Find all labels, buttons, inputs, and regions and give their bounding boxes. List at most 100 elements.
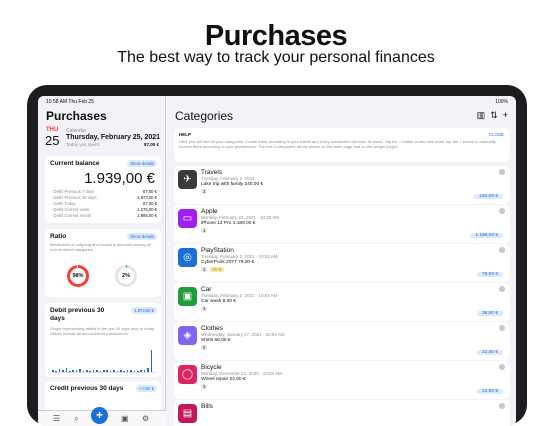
battery-status: 100% xyxy=(495,99,508,105)
sidebar-title: Purchases xyxy=(46,109,107,123)
category-icon: ◎ xyxy=(178,248,197,267)
chart-icon[interactable]: ▥ xyxy=(477,110,486,120)
category-name: Clothes xyxy=(201,325,224,332)
category-date: Wednesday, January 27, 2021 - 10:54 AM xyxy=(201,332,285,337)
more-icon[interactable] xyxy=(499,286,505,292)
category-total: 22,00 € xyxy=(476,350,503,355)
help-close-button[interactable]: CLOSE xyxy=(489,132,504,137)
debit-bar xyxy=(89,370,91,372)
debit-bar xyxy=(58,368,61,372)
category-icon: ▭ xyxy=(178,209,197,228)
debit-bar xyxy=(92,370,95,372)
category-card[interactable]: ◯ Bicycle Monday, December 21, 2020 - 10… xyxy=(174,361,510,399)
more-icon[interactable] xyxy=(499,169,505,175)
debit-bar xyxy=(133,370,136,372)
balance-details-button[interactable]: Show details xyxy=(127,160,157,167)
category-name: Bicycle xyxy=(201,364,222,371)
category-total: 79,00 € xyxy=(476,272,503,277)
debit-bar xyxy=(52,369,54,372)
debit-bar xyxy=(65,367,68,372)
debit30-card[interactable]: Debit previous 30 days 1.873,00 € Graph … xyxy=(45,303,161,377)
credit30-total[interactable]: + 0,00 € xyxy=(135,385,157,392)
category-date: Monday, February 22, 2021 - 10:32 AM xyxy=(201,215,279,220)
category-last-item: Shirts 66,00 € xyxy=(201,338,231,343)
hero-subtitle: The best way to track your personal fina… xyxy=(117,49,435,66)
debit-bar xyxy=(69,370,71,372)
more-icon[interactable] xyxy=(499,208,505,214)
list-icon[interactable]: ☰ xyxy=(53,414,60,423)
date-box[interactable]: THU 25 Calendar Thursday, February 25, 2… xyxy=(45,127,163,152)
main-panel: 100% Categories ▥ ⇅ + HELP CLOSE Here you … xyxy=(167,96,516,426)
search-icon[interactable]: ⌕ xyxy=(74,414,78,424)
debit-bar xyxy=(75,370,78,372)
archive-icon[interactable]: ▣ xyxy=(121,414,129,423)
debit-bar xyxy=(116,370,119,372)
day-number: 25 xyxy=(45,133,60,148)
incoming-percent: 2% xyxy=(118,268,134,284)
transaction-count: 1 xyxy=(201,189,208,194)
debit-bar xyxy=(140,370,142,372)
more-icon[interactable] xyxy=(499,325,505,331)
debit30-description: Graph representing debits in the last 30… xyxy=(50,326,155,337)
category-name: Apple xyxy=(201,208,218,215)
debit-bar xyxy=(99,370,102,372)
category-icon: ▣ xyxy=(178,287,197,306)
category-card[interactable]: ◎ PlayStation Tuesday, February 2, 2021 … xyxy=(174,244,510,282)
debit-bar xyxy=(143,369,146,372)
debit-bar xyxy=(55,370,57,372)
add-category-icon[interactable]: + xyxy=(503,110,508,120)
page-title: Categories xyxy=(175,109,234,123)
category-total: 240,00 € xyxy=(474,194,503,199)
transaction-count: 1 xyxy=(201,384,208,389)
debit-bar xyxy=(103,370,105,372)
category-card[interactable]: ✈ Travels Tuesday, February 2, 2021 Lake… xyxy=(174,166,510,204)
more-icon[interactable] xyxy=(499,403,505,409)
debit-bar xyxy=(82,370,85,372)
category-date: Tuesday, February 2, 2021 - 10:53 AM xyxy=(201,254,278,259)
status-bar-right: 100% xyxy=(167,96,516,108)
category-name: Travels xyxy=(201,169,223,176)
transaction-count: 2 xyxy=(201,345,208,350)
category-date: Tuesday, February 2, 2021 - 10:53 AM xyxy=(201,293,278,298)
ratio-description: Breakdown of outgoing and incoming amoun… xyxy=(50,242,151,253)
sidebar: 10:58 AM Thu Feb 25 Purchases THU 25 Cal… xyxy=(38,96,166,426)
balance-card[interactable]: Current balance Show details 1.939,00 € … xyxy=(45,156,161,223)
category-card[interactable]: ◈ Clothes Wednesday, January 27, 2021 - … xyxy=(174,322,510,360)
more-icon[interactable] xyxy=(499,364,505,370)
debit-bar xyxy=(72,369,74,372)
balance-value: 1.939,00 € xyxy=(84,170,155,187)
debit-bar xyxy=(147,367,149,372)
transaction-count: 1 xyxy=(201,267,208,272)
ratio-card[interactable]: Ratio Show details Breakdown of outgoing… xyxy=(45,229,161,297)
debit-row: - Debit Current month 1.895,00 € xyxy=(51,213,157,218)
spent-value: 87,00 € xyxy=(143,142,159,147)
transaction-count: 1 xyxy=(201,306,208,311)
credit30-title: Credit previous 30 days xyxy=(50,385,124,392)
debit-bar xyxy=(86,369,88,372)
debit-bar xyxy=(123,370,125,372)
credit30-card[interactable]: Credit previous 30 days + 0,00 € xyxy=(45,381,161,411)
ratio-title: Ratio xyxy=(50,233,67,240)
sort-icon[interactable]: ⇅ xyxy=(490,110,498,120)
toolbar: ▥ ⇅ + xyxy=(472,110,508,121)
category-total: 1.189,00 € xyxy=(470,233,503,238)
transaction-count: 1 xyxy=(201,228,208,233)
settings-icon[interactable]: ⚙ xyxy=(142,414,149,423)
category-card[interactable]: ▭ Apple Monday, February 22, 2021 - 10:3… xyxy=(174,205,510,243)
add-icon[interactable]: + xyxy=(91,407,108,424)
debit30-total[interactable]: 1.873,00 € xyxy=(131,307,157,314)
category-name: Car xyxy=(201,286,212,293)
debit-row: - Debit Current week 1.276,00 € xyxy=(51,207,157,212)
ratio-details-button[interactable]: Show details xyxy=(127,233,157,240)
category-date: Tuesday, February 2, 2021 xyxy=(201,176,255,181)
debit-row: - Debit Today 87,00 € xyxy=(51,201,157,206)
category-last-item: CyberPunk 2077 79,00 € xyxy=(201,260,255,265)
hero: Purchases The best way to track your per… xyxy=(0,0,552,80)
category-card[interactable]: ▤ Bills xyxy=(174,400,510,426)
category-last-item: Lake trip with family 240,00 € xyxy=(201,182,264,187)
debit-row: - Debit Previous 7 days 87,00 € xyxy=(51,189,157,194)
category-card[interactable]: ▣ Car Tuesday, February 2, 2021 - 10:53 … xyxy=(174,283,510,321)
more-icon[interactable] xyxy=(499,247,505,253)
full-date: Thursday, February 25, 2021 xyxy=(66,134,161,141)
category-name: Bills xyxy=(201,403,213,410)
